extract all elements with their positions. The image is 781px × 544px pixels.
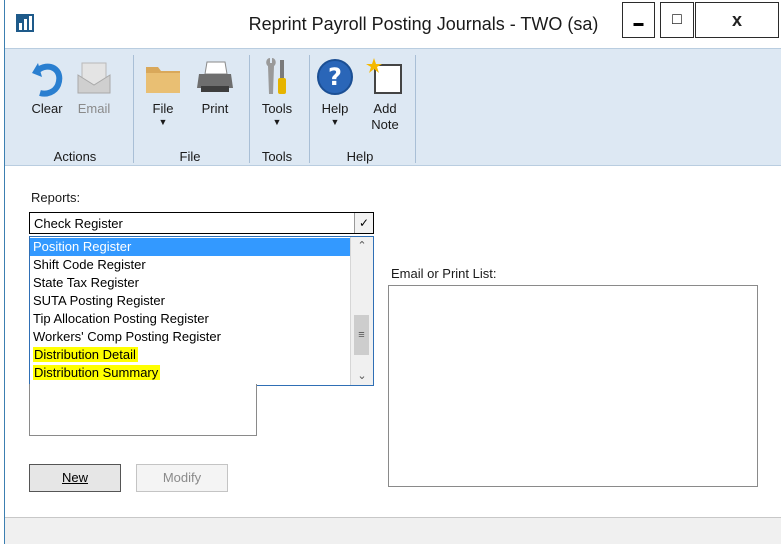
help-icon: ?: [317, 59, 353, 95]
add-note-label-line1: Add: [373, 101, 397, 116]
list-item[interactable]: Shift Code Register: [30, 256, 146, 274]
minimize-button[interactable]: ▬: [622, 2, 655, 38]
maximize-button[interactable]: □: [660, 2, 694, 38]
reports-selected-value: Check Register: [34, 216, 123, 231]
clear-button[interactable]: Clear: [27, 53, 67, 117]
reports-listbox[interactable]: [29, 384, 257, 436]
list-item[interactable]: Distribution Summary: [30, 364, 161, 382]
list-item[interactable]: State Tax Register: [30, 274, 139, 292]
print-label: Print: [201, 101, 229, 116]
group-tools: Tools: [261, 149, 293, 164]
file-button[interactable]: File ▼: [143, 53, 183, 127]
list-item[interactable]: SUTA Posting Register: [30, 292, 165, 310]
scroll-down-icon[interactable]: ⌄: [351, 367, 373, 385]
svg-text:?: ?: [328, 63, 342, 91]
email-button[interactable]: Email: [71, 53, 117, 117]
undo-icon: [32, 63, 63, 97]
file-label: File: [152, 101, 174, 116]
email-icon: [77, 62, 111, 94]
title-bar: Reprint Payroll Posting Journals - TWO (…: [5, 0, 781, 48]
ribbon-separator: [249, 55, 250, 163]
reports-select[interactable]: Check Register ✓: [29, 212, 374, 234]
add-note-icon: [366, 58, 402, 94]
new-button[interactable]: New: [29, 464, 121, 492]
chevron-down-icon[interactable]: ✓: [354, 213, 373, 233]
email-print-list-box[interactable]: [388, 285, 758, 487]
list-item[interactable]: Position Register: [30, 238, 351, 256]
scroll-up-icon[interactable]: ⌃: [351, 237, 373, 255]
group-file: File: [179, 149, 201, 164]
close-button[interactable]: x: [695, 2, 779, 38]
reprint-payroll-window: Reprint Payroll Posting Journals - TWO (…: [4, 0, 781, 544]
dropdown-scrollbar[interactable]: ⌃ ≡ ⌄: [350, 237, 373, 385]
reports-dropdown-list: Position Register Shift Code Register St…: [29, 236, 374, 386]
add-note-button[interactable]: Add Note: [365, 53, 405, 133]
close-icon: x: [731, 9, 742, 30]
ribbon: Clear Email Actions File ▼ Print File To…: [5, 48, 781, 166]
modify-button[interactable]: Modify: [136, 464, 228, 492]
group-actions: Actions: [53, 149, 97, 164]
ribbon-separator: [133, 55, 134, 163]
reports-label: Reports:: [31, 190, 81, 205]
tools-label: Tools: [261, 101, 293, 116]
maximize-icon: □: [672, 11, 682, 28]
tools-button[interactable]: Tools ▼: [255, 53, 299, 127]
list-item[interactable]: Distribution Detail: [30, 346, 138, 364]
ribbon-separator: [309, 55, 310, 163]
scrollbar-thumb[interactable]: ≡: [354, 315, 369, 355]
help-button[interactable]: ? Help ▼: [315, 53, 355, 127]
minimize-icon: ▬: [633, 17, 644, 29]
group-help: Help: [346, 149, 374, 164]
help-label: Help: [321, 101, 349, 116]
status-bar: [5, 518, 781, 544]
printer-icon: [197, 61, 233, 92]
tools-dropdown-arrow-icon: ▼: [272, 117, 282, 127]
clear-label: Clear: [31, 101, 63, 116]
help-dropdown-arrow-icon: ▼: [330, 117, 340, 127]
file-dropdown-arrow-icon: ▼: [158, 117, 168, 127]
email-print-list-label: Email or Print List:: [391, 266, 497, 281]
folder-icon: [146, 67, 180, 93]
tools-icon: [266, 58, 286, 94]
list-item[interactable]: Workers' Comp Posting Register: [30, 328, 221, 346]
add-note-label-line2: Note: [371, 117, 399, 132]
email-label: Email: [77, 101, 111, 116]
ribbon-separator: [415, 55, 416, 163]
list-item[interactable]: Tip Allocation Posting Register: [30, 310, 209, 328]
print-button[interactable]: Print: [193, 53, 237, 117]
